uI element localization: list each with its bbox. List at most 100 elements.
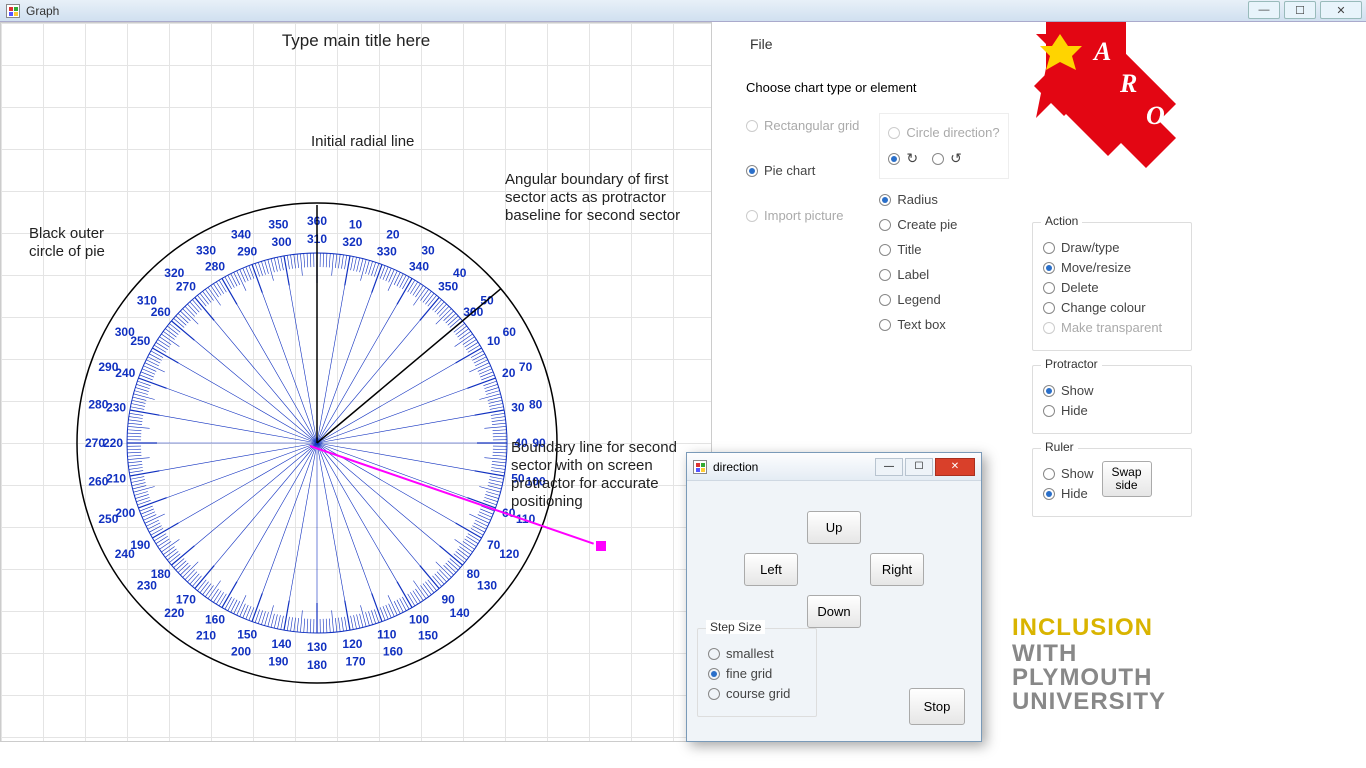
svg-text:220: 220 [103, 436, 123, 450]
svg-text:10: 10 [349, 217, 363, 231]
close-button[interactable]: ✕ [1320, 1, 1362, 19]
file-menu[interactable]: File [736, 32, 787, 56]
step-size-group: Step Size smallest fine grid course grid [697, 628, 817, 717]
radio-title[interactable]: Title [879, 242, 1008, 257]
dialog-titlebar[interactable]: direction — ☐ ✕ [687, 453, 981, 481]
dialog-close-button[interactable]: ✕ [935, 458, 975, 476]
svg-text:10: 10 [487, 334, 501, 348]
svg-text:30: 30 [421, 244, 435, 258]
radio-step-course[interactable]: course grid [708, 686, 806, 701]
svg-text:310: 310 [137, 293, 157, 307]
ruler-group: Ruler Show Hide Swap side [1032, 448, 1192, 517]
choose-group: Choose chart type or element Rectangular… [736, 76, 1036, 347]
svg-text:150: 150 [237, 628, 257, 642]
dialog-minimize-button[interactable]: — [875, 458, 903, 476]
chart-title[interactable]: Type main title here [1, 31, 711, 51]
radio-colour[interactable]: Change colour [1043, 300, 1181, 315]
svg-text:150: 150 [418, 628, 438, 642]
svg-text:70: 70 [519, 360, 533, 374]
svg-text:130: 130 [307, 640, 327, 654]
right-button[interactable]: Right [870, 553, 924, 586]
svg-text:330: 330 [377, 244, 397, 258]
annotation-boundary1: Angular boundary of first sector acts as… [505, 171, 680, 225]
radio-dir-ccw[interactable]: ↺ [932, 150, 962, 167]
svg-text:320: 320 [164, 266, 184, 280]
svg-text:300: 300 [272, 235, 292, 249]
svg-text:160: 160 [383, 645, 403, 659]
svg-text:40: 40 [453, 266, 467, 280]
maximize-button[interactable]: ☐ [1284, 1, 1316, 19]
annotation-boundary2: Boundary line for second sector with on … [511, 439, 677, 511]
protractor-group: Protractor Show Hide [1032, 365, 1192, 434]
svg-text:350: 350 [268, 217, 288, 231]
radio-delete[interactable]: Delete [1043, 280, 1181, 295]
radio-step-fine[interactable]: fine grid [708, 666, 806, 681]
radio-protractor-hide[interactable]: Hide [1043, 403, 1181, 418]
window-title: Graph [26, 4, 59, 18]
svg-text:210: 210 [106, 471, 126, 485]
svg-text:120: 120 [342, 637, 362, 651]
svg-text:90: 90 [441, 592, 455, 606]
svg-text:180: 180 [307, 658, 327, 672]
radio-step-smallest[interactable]: smallest [708, 646, 806, 661]
radio-move[interactable]: Move/resize [1043, 260, 1181, 275]
svg-text:340: 340 [231, 227, 251, 241]
svg-text:240: 240 [115, 547, 135, 561]
svg-text:80: 80 [529, 397, 543, 411]
protractor-svg: 0102030405060708090100110120130140150160… [57, 183, 577, 703]
dialog-maximize-button[interactable]: ☐ [905, 458, 933, 476]
svg-text:20: 20 [386, 227, 400, 241]
radio-radius[interactable]: Radius [879, 192, 1008, 207]
svg-text:250: 250 [98, 512, 118, 526]
svg-text:100: 100 [409, 613, 429, 627]
svg-text:20: 20 [502, 366, 516, 380]
radio-textbox[interactable]: Text box [879, 317, 1008, 332]
radio-circle-direction: Circle direction? [888, 125, 999, 140]
svg-text:340: 340 [409, 259, 429, 273]
radio-dir-cw[interactable]: ↻ [888, 150, 918, 167]
radio-import-picture[interactable]: Import picture [746, 208, 859, 223]
svg-text:210: 210 [196, 628, 216, 642]
svg-text:140: 140 [450, 606, 470, 620]
svg-text:230: 230 [137, 579, 157, 593]
svg-text:160: 160 [205, 613, 225, 627]
svg-text:280: 280 [88, 397, 108, 411]
sector-boundary-handle[interactable] [596, 541, 606, 551]
svg-text:170: 170 [346, 655, 366, 669]
chart-canvas[interactable]: Type main title here 0102030405060708090… [0, 22, 712, 742]
radio-label[interactable]: Label [879, 267, 1008, 282]
dialog-icon [693, 460, 707, 474]
radio-ruler-hide[interactable]: Hide [1043, 486, 1094, 501]
radio-draw[interactable]: Draw/type [1043, 240, 1181, 255]
stop-button[interactable]: Stop [909, 688, 965, 725]
down-button[interactable]: Down [807, 595, 861, 628]
app-icon [6, 4, 20, 18]
radio-rect-grid[interactable]: Rectangular grid [746, 118, 859, 133]
radio-pie-chart[interactable]: Pie chart [746, 163, 859, 178]
direction-dialog[interactable]: direction — ☐ ✕ Up Left Right Down Stop … [686, 452, 982, 742]
window-titlebar: Graph — ☐ ✕ [0, 0, 1366, 22]
svg-text:60: 60 [503, 325, 517, 339]
radio-ruler-show[interactable]: Show [1043, 466, 1094, 481]
svg-text:270: 270 [85, 436, 105, 450]
svg-text:290: 290 [98, 360, 118, 374]
minimize-button[interactable]: — [1248, 1, 1280, 19]
svg-text:130: 130 [477, 579, 497, 593]
action-group: Action Draw/type Move/resize Delete Chan… [1032, 222, 1192, 351]
svg-text:350: 350 [438, 280, 458, 294]
svg-text:320: 320 [342, 235, 362, 249]
swap-side-button[interactable]: Swap side [1102, 461, 1152, 497]
radio-protractor-show[interactable]: Show [1043, 383, 1181, 398]
svg-text:170: 170 [176, 592, 196, 606]
up-button[interactable]: Up [807, 511, 861, 544]
circle-direction-group: Circle direction? ↻ ↺ [879, 113, 1008, 179]
radio-create-pie[interactable]: Create pie [879, 217, 1008, 232]
dialog-title: direction [713, 460, 758, 474]
svg-text:230: 230 [106, 401, 126, 415]
radio-legend[interactable]: Legend [879, 292, 1008, 307]
radio-transparent[interactable]: Make transparent [1043, 320, 1181, 335]
svg-text:120: 120 [499, 547, 519, 561]
svg-text:290: 290 [237, 244, 257, 258]
left-button[interactable]: Left [744, 553, 798, 586]
plymouth-logo: INCLUSION WITH PLYMOUTH UNIVERSITY [1012, 614, 1166, 714]
